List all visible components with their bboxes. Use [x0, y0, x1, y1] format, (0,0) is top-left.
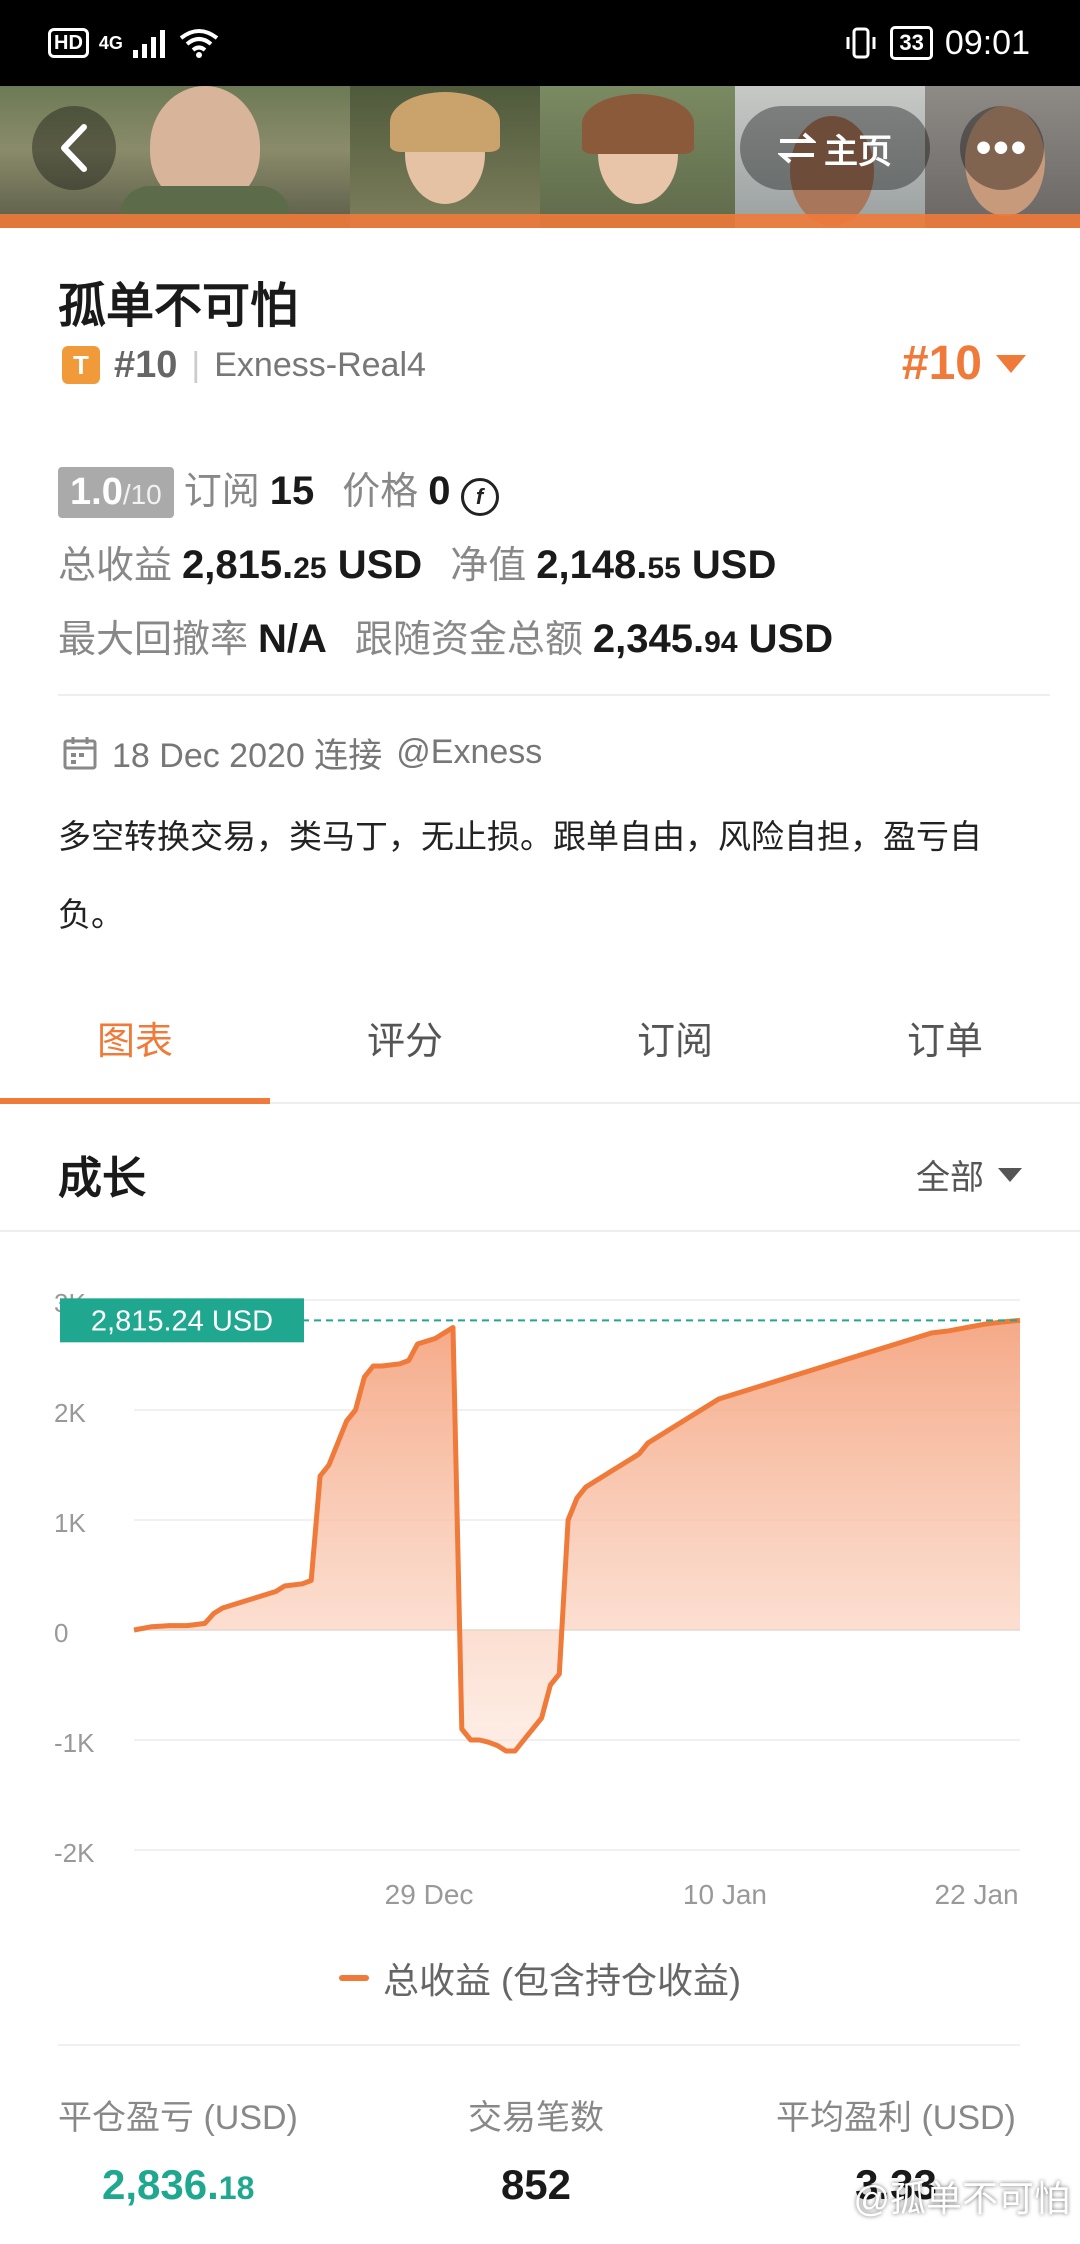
stats-row-1: 1.0/10 订阅 15 价格 0 f	[58, 460, 499, 518]
divider	[58, 694, 1050, 696]
vibrate-icon	[846, 27, 876, 59]
growth-title: 成长	[58, 1154, 146, 1203]
header-photo	[350, 86, 540, 228]
legend-swatch	[339, 1975, 369, 1981]
more-button[interactable]: •••	[960, 106, 1044, 190]
total-profit-label: 总收益	[58, 545, 173, 587]
wifi-icon	[179, 29, 219, 58]
meta-separator: |	[191, 345, 201, 384]
hd-indicator: HD	[48, 28, 89, 58]
tab-rating[interactable]: 评分	[270, 1000, 540, 1102]
home-label: 主页	[824, 132, 892, 171]
total-profit-value: 2,815.	[182, 543, 294, 587]
price-value: 0	[428, 469, 451, 513]
chart-legend: 总收益 (包含持仓收益)	[0, 1952, 1080, 2004]
strategy-description: 多空转换交易，类马丁，无止损。跟单自由，风险自担，盈亏自负。	[58, 818, 982, 933]
switch-icon	[778, 132, 816, 164]
subscribe-label: 订阅	[183, 471, 260, 513]
x-tick-label: 22 Jan	[935, 1879, 1019, 1910]
trades-stat: 交易笔数 852	[468, 2090, 604, 2209]
triangle-down-icon	[996, 354, 1026, 373]
drawdown-label: 最大回撤率	[58, 619, 249, 661]
avg-profit-label: 平均盈利 (USD)	[776, 2099, 1016, 2137]
stats-row-2: 总收益 2,815.25 USD 净值 2,148.55 USD	[58, 534, 776, 589]
clock: 09:01	[944, 23, 1030, 62]
y-tick-label: -1K	[54, 1728, 95, 1758]
status-bar: HD 4G 33 09:01	[0, 0, 1080, 86]
y-tick-label: 0	[54, 1618, 68, 1648]
tab-subscriptions[interactable]: 订阅	[540, 1000, 810, 1102]
back-button[interactable]	[32, 106, 116, 190]
total-profit-decimal: 25	[293, 552, 327, 585]
range-selector[interactable]: 全部	[916, 1150, 1022, 1199]
trades-value: 852	[500, 2161, 572, 2208]
tab-orders[interactable]: 订单	[810, 1000, 1080, 1102]
strategy-title: 孤单不可怕	[58, 280, 299, 333]
stats-row-3: 最大回撤率 N/A 跟随资金总额 2,345.94 USD	[58, 608, 833, 663]
equity-label: 净值	[450, 545, 527, 587]
tab-bar: 图表 评分 订阅 订单	[0, 1000, 1080, 1104]
follow-funds-decimal: 94	[704, 626, 738, 659]
y-tick-label: 2K	[54, 1398, 86, 1428]
total-profit-unit: USD	[337, 543, 423, 587]
follow-funds-value: 2,345.	[592, 617, 705, 661]
rank-value: #10	[901, 337, 982, 390]
connect-date: 18 Dec 2020 连接	[112, 737, 383, 775]
header-photo	[540, 86, 735, 228]
equity-decimal: 55	[647, 552, 681, 585]
subscribe-value: 15	[269, 469, 315, 513]
equity-value: 2,148.	[536, 543, 648, 587]
chevron-left-icon	[61, 124, 87, 172]
divider	[58, 2044, 1020, 2046]
watermark: @孤单不可怕	[853, 2178, 1070, 2219]
connect-info: 18 Dec 2020 连接 @Exness	[62, 728, 542, 777]
closed-pl-label: 平仓盈亏 (USD)	[58, 2099, 298, 2137]
follow-funds-label: 跟随资金总额	[354, 619, 583, 661]
closed-pl-main: 2,836.	[102, 2161, 219, 2208]
x-tick-label: 10 Jan	[683, 1879, 767, 1910]
rank-label: #10	[114, 343, 178, 386]
calendar-icon	[63, 736, 97, 769]
rank-dropdown[interactable]: #10	[902, 336, 1026, 391]
growth-header: 成长 全部	[0, 1106, 1080, 1232]
price-label: 价格	[342, 471, 419, 513]
header-stripe	[0, 214, 1080, 228]
battery-indicator: 33	[890, 26, 933, 60]
growth-chart[interactable]: 3K2K1K0-1K-2K29 Dec10 Jan22 Jan 2,815.24…	[0, 1250, 1080, 1910]
trades-label: 交易笔数	[468, 2099, 604, 2137]
series-area	[134, 1320, 1020, 1751]
closed-pl-stat: 平仓盈亏 (USD) 2,836.18	[58, 2090, 298, 2209]
triangle-down-icon	[998, 1167, 1022, 1182]
legend-label: 总收益 (包含持仓收益)	[383, 1960, 741, 2001]
drawdown-value: N/A	[258, 617, 327, 661]
follow-funds-unit: USD	[748, 617, 834, 661]
current-value-label: 2,815.24 USD	[91, 1305, 273, 1337]
currency-coin-icon: f	[460, 478, 499, 516]
equity-unit: USD	[691, 543, 777, 587]
trader-badge-icon: T	[62, 346, 100, 384]
signal-icon	[132, 30, 165, 58]
account-name: Exness-Real4	[214, 345, 426, 384]
x-tick-label: 29 Dec	[385, 1879, 474, 1910]
network-type: 4G	[98, 32, 123, 53]
profile-header: 主页 •••	[0, 86, 1080, 228]
home-button[interactable]: 主页	[740, 106, 930, 190]
y-tick-label: 1K	[54, 1508, 86, 1538]
broker-link[interactable]: @Exness	[396, 733, 542, 772]
more-icon: •••	[975, 123, 1029, 172]
y-tick-label: -2K	[54, 1838, 95, 1868]
range-value: 全部	[916, 1159, 984, 1197]
closed-pl-decimal: 18	[218, 2170, 255, 2206]
score-max: /10	[122, 479, 162, 510]
score-value: 1.0	[70, 471, 123, 513]
strategy-meta: T #10 | Exness-Real4	[62, 344, 426, 386]
tab-chart[interactable]: 图表	[0, 1000, 270, 1104]
score-badge: 1.0/10	[58, 467, 174, 518]
closed-pl-value: 2,836.18	[102, 2161, 298, 2209]
